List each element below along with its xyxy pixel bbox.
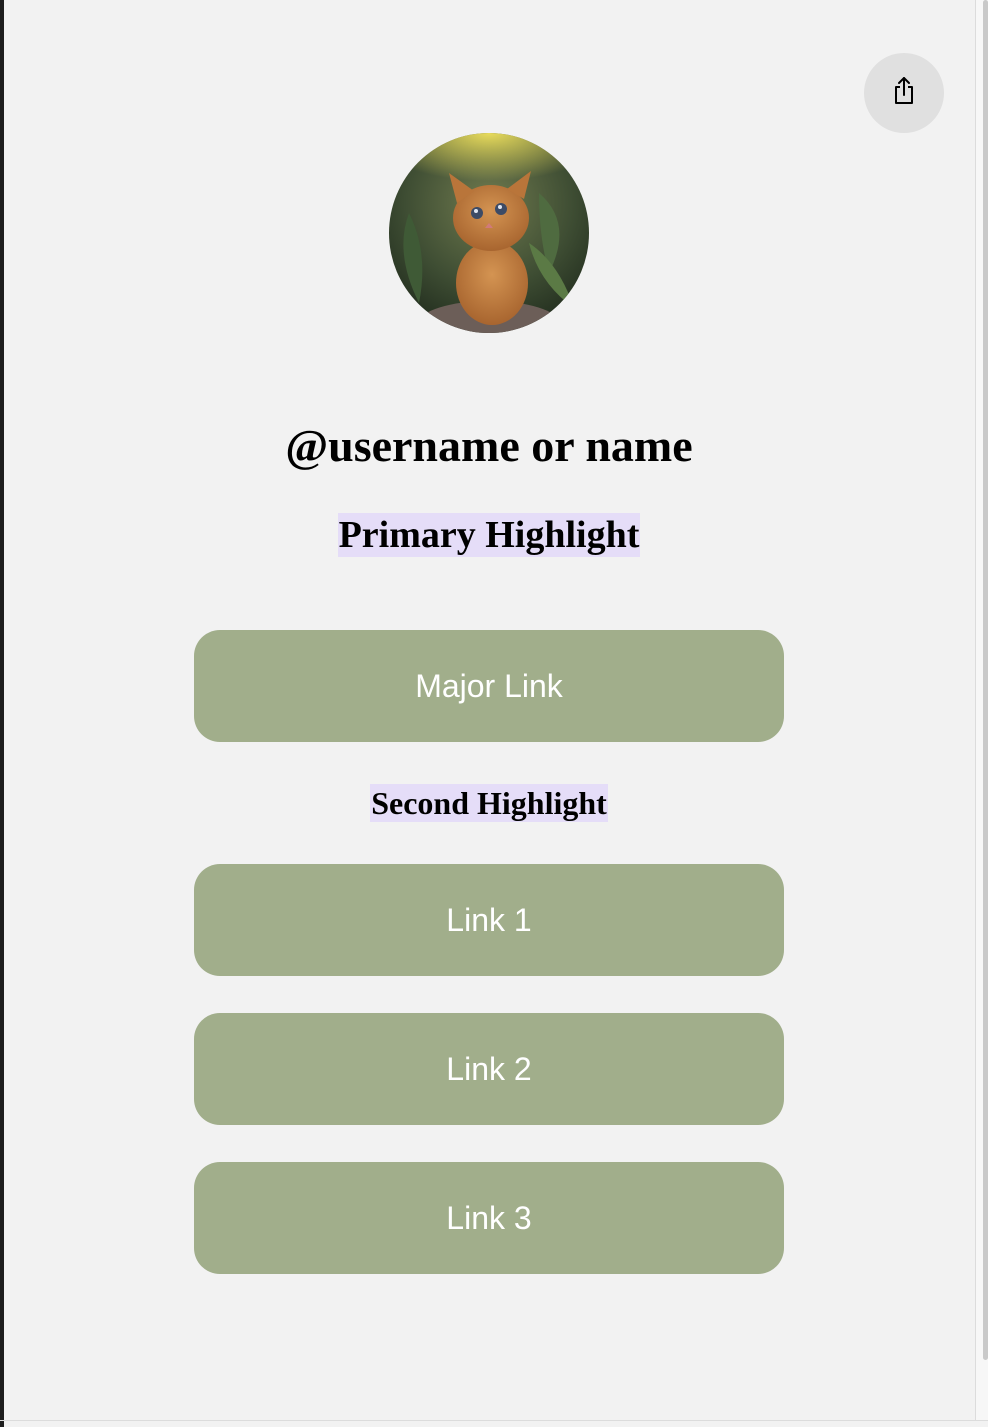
window-edge — [0, 0, 4, 1427]
second-highlight: Second Highlight — [370, 784, 608, 822]
avatar — [389, 133, 589, 333]
divider — [0, 1420, 988, 1421]
major-link-button[interactable]: Major Link — [194, 630, 784, 742]
page-title: @username or name — [285, 420, 693, 471]
link-2-button[interactable]: Link 2 — [194, 1013, 784, 1125]
primary-highlight-row: Primary Highlight — [0, 513, 978, 557]
share-icon — [892, 76, 916, 111]
second-highlight-row: Second Highlight — [0, 784, 978, 822]
share-button[interactable] — [864, 53, 944, 133]
link-3-button[interactable]: Link 3 — [194, 1162, 784, 1274]
link-1-button[interactable]: Link 1 — [194, 864, 784, 976]
primary-highlight: Primary Highlight — [337, 513, 641, 557]
scrollbar-thumb[interactable] — [983, 0, 988, 1360]
